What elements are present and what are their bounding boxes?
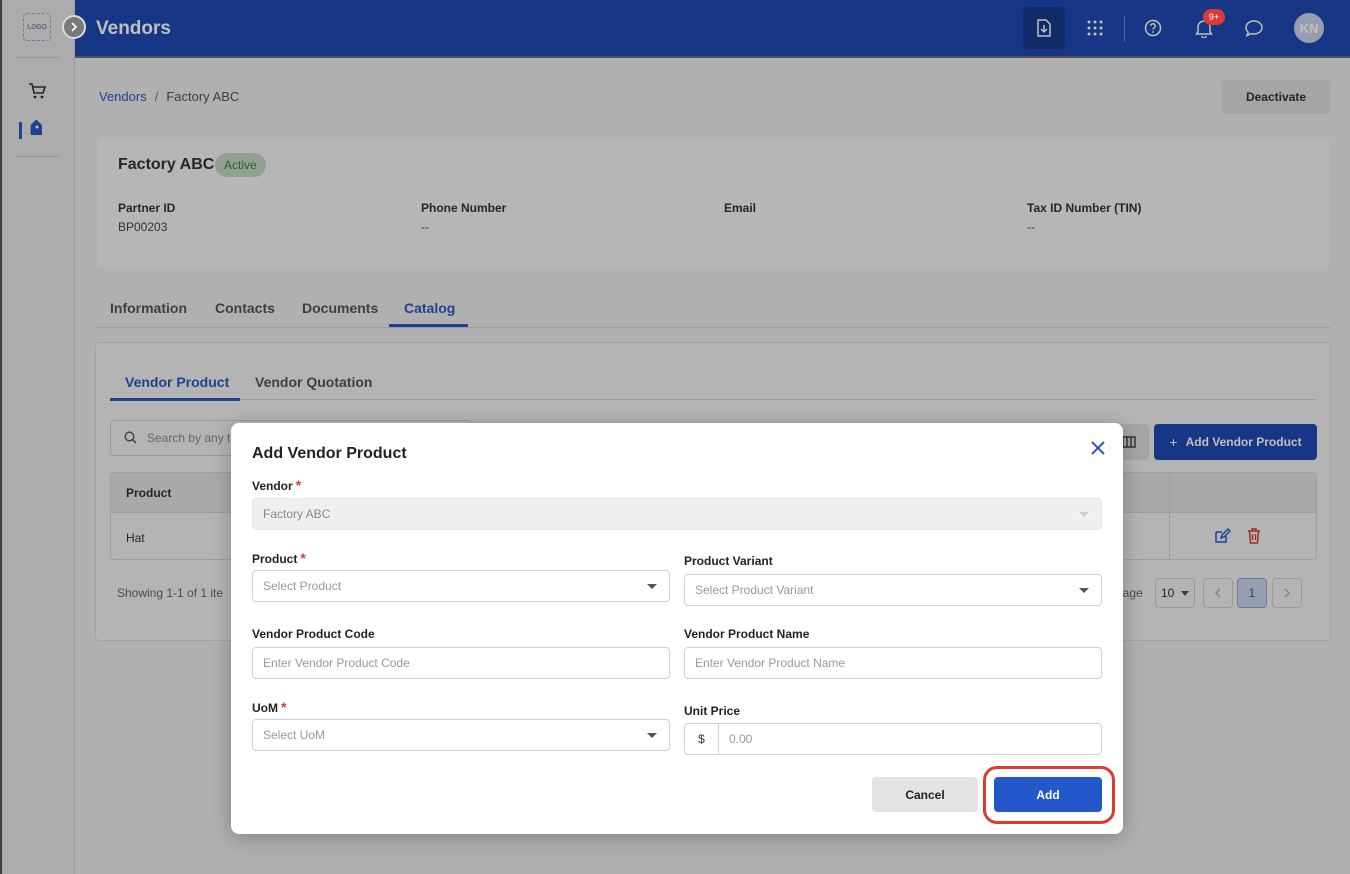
uom-label-text: UoM (252, 701, 278, 715)
currency-prefix: $ (685, 724, 719, 754)
vendor-product-name-label: Vendor Product Name (684, 627, 810, 641)
product-select-placeholder: Select Product (263, 579, 342, 593)
product-variant-label: Product Variant (684, 554, 773, 568)
uom-select-placeholder: Select UoM (263, 728, 326, 742)
dialog-title: Add Vendor Product (252, 445, 407, 462)
uom-select[interactable]: Select UoM (252, 719, 670, 751)
sidebar-toggle-button[interactable] (62, 15, 86, 39)
highlight-annotation (983, 766, 1115, 824)
close-icon[interactable] (1089, 439, 1107, 457)
unit-price-placeholder: 0.00 (729, 732, 753, 746)
vendor-product-code-placeholder: Enter Vendor Product Code (263, 656, 410, 670)
product-label: Product * (252, 550, 306, 566)
product-variant-select[interactable]: Select Product Variant (684, 574, 1102, 606)
unit-price-label: Unit Price (684, 704, 741, 718)
product-select[interactable]: Select Product (252, 570, 670, 602)
product-label-text: Product (252, 552, 298, 566)
vendor-product-code-label: Vendor Product Code (252, 627, 375, 641)
uom-label: UoM * (252, 699, 286, 715)
cancel-button[interactable]: Cancel (872, 777, 978, 812)
chevron-down-icon (1079, 512, 1089, 517)
chevron-down-icon (647, 733, 657, 738)
chevron-down-icon (1079, 588, 1089, 593)
required-mark: * (300, 550, 306, 566)
vendor-label-text: Vendor (252, 479, 293, 493)
vendor-product-name-placeholder: Enter Vendor Product Name (695, 656, 846, 670)
unit-price-input[interactable]: $ 0.00 (684, 723, 1102, 755)
vendor-label: Vendor * (252, 477, 301, 493)
notifications-badge: 9+ (1203, 9, 1225, 25)
required-mark: * (281, 699, 287, 715)
required-mark: * (295, 477, 302, 493)
vendor-product-name-input[interactable]: Enter Vendor Product Name (684, 647, 1102, 679)
vendor-select-value: Factory ABC (263, 507, 331, 521)
chevron-down-icon (647, 584, 657, 589)
product-variant-placeholder: Select Product Variant (695, 583, 814, 597)
chevron-right-icon (71, 22, 78, 32)
vendor-select: Factory ABC (252, 498, 1102, 530)
vendor-product-code-input[interactable]: Enter Vendor Product Code (252, 647, 670, 679)
